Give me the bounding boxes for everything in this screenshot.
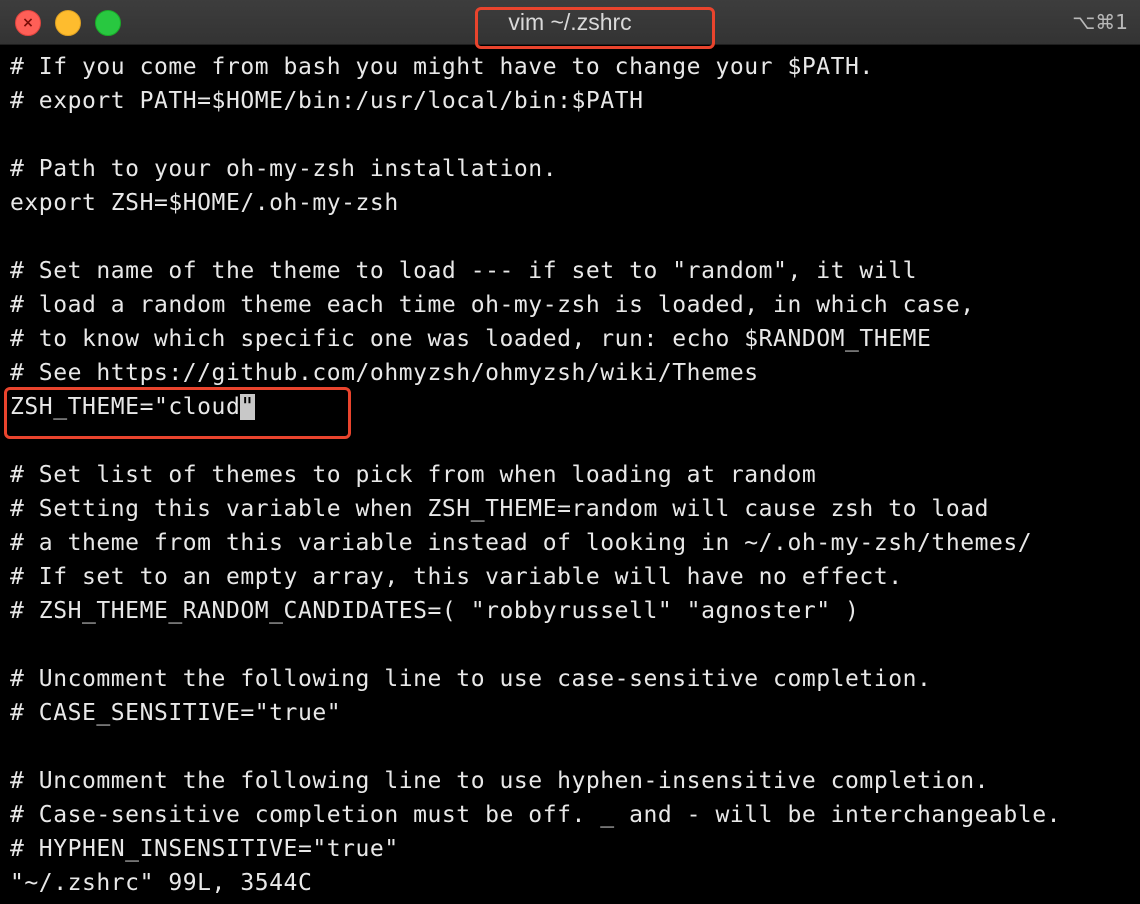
editor-line: # Set list of themes to pick from when l… [10, 462, 817, 488]
window-shortcut-label: ⌥⌘1 [1072, 10, 1128, 34]
editor-line: # Path to your oh-my-zsh installation. [10, 156, 558, 182]
editor-line: # Setting this variable when ZSH_THEME=r… [10, 496, 990, 522]
editor-line: # If you come from bash you might have t… [10, 54, 874, 80]
editor-line: # Uncomment the following line to use hy… [10, 768, 990, 794]
vim-status-line: "~/.zshrc" 99L, 3544C [10, 870, 313, 896]
editor-line: # Set name of the theme to load --- if s… [10, 258, 918, 284]
editor-line: # Case-sensitive completion must be off.… [10, 802, 1061, 828]
editor-line: # If set to an empty array, this variabl… [10, 564, 903, 590]
theme-highlight-box [4, 387, 351, 439]
editor-line: # to know which specific one was loaded,… [10, 326, 932, 352]
editor-line: # load a random theme each time oh-my-zs… [10, 292, 975, 318]
terminal-window: × vim ~/.zshrc ⌥⌘1 # If you come from ba… [0, 0, 1140, 904]
editor-line: # See https://github.com/ohmyzsh/ohmyzsh… [10, 360, 759, 386]
editor-line: # CASE_SENSITIVE="true" [10, 700, 342, 726]
editor-line: # export PATH=$HOME/bin:/usr/local/bin:$… [10, 88, 644, 114]
title-highlight-box [475, 7, 715, 49]
editor-line: export ZSH=$HOME/.oh-my-zsh [10, 190, 399, 216]
vim-editor[interactable]: # If you come from bash you might have t… [10, 50, 1135, 900]
editor-line: # ZSH_THEME_RANDOM_CANDIDATES=( "robbyru… [10, 598, 860, 624]
editor-line: # HYPHEN_INSENSITIVE="true" [10, 836, 399, 862]
editor-line: # a theme from this variable instead of … [10, 530, 1033, 556]
editor-line: # Uncomment the following line to use ca… [10, 666, 932, 692]
